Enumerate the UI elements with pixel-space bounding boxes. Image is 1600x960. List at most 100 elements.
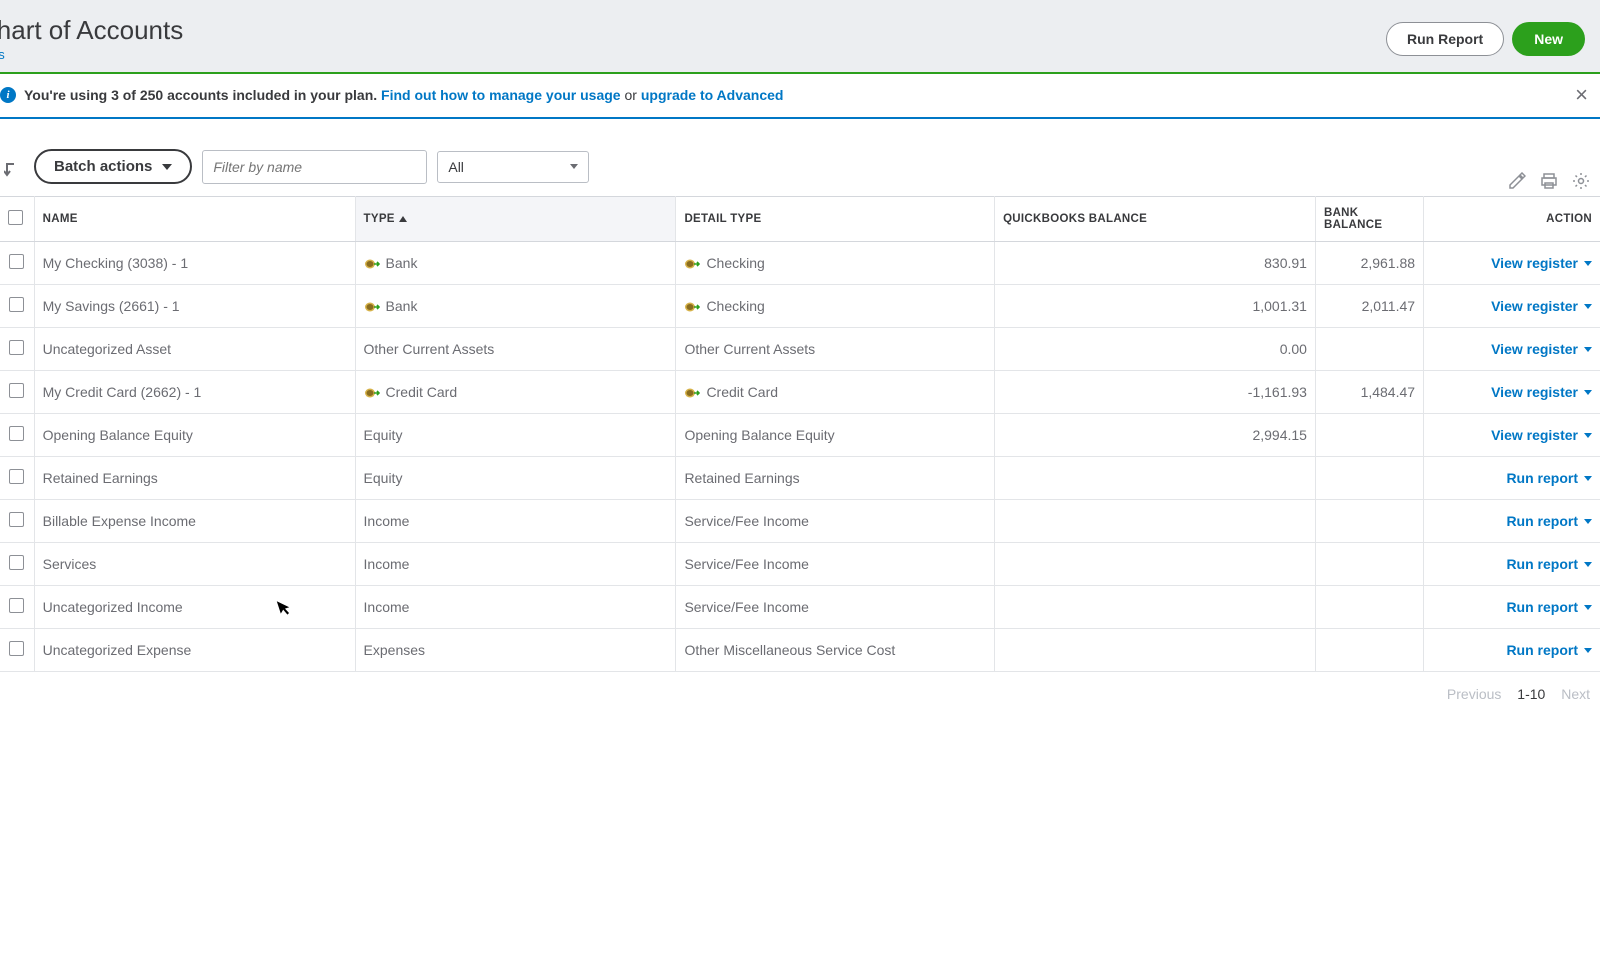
chart-of-accounts-table: NAME TYPE DETAIL TYPE QUICKBOOKS BALANCE… — [0, 196, 1600, 672]
cell-name: Billable Expense Income — [34, 500, 355, 543]
cell-type: Income — [355, 586, 676, 629]
column-header-type[interactable]: TYPE — [355, 197, 676, 242]
pager-next[interactable]: Next — [1561, 686, 1590, 702]
row-checkbox[interactable] — [9, 383, 24, 398]
table-row[interactable]: My Savings (2661) - 1 Bank Checking 1,00… — [0, 285, 1600, 328]
edit-icon[interactable] — [1508, 172, 1526, 190]
table-controls: Batch actions All — [0, 119, 1600, 196]
row-checkbox[interactable] — [9, 641, 24, 656]
cell-detail: Service/Fee Income — [676, 500, 995, 543]
caret-down-icon — [1584, 519, 1592, 524]
cell-bank-balance — [1315, 414, 1423, 457]
gear-icon[interactable] — [1572, 172, 1590, 190]
pager-previous[interactable]: Previous — [1447, 686, 1501, 702]
row-action-link[interactable]: View register — [1491, 427, 1592, 443]
cell-name: My Credit Card (2662) - 1 — [34, 371, 355, 414]
cell-name: My Savings (2661) - 1 — [34, 285, 355, 328]
run-report-button[interactable]: Run Report — [1386, 22, 1504, 56]
table-row[interactable]: My Credit Card (2662) - 1 Credit Card Cr… — [0, 371, 1600, 414]
cell-bank-balance — [1315, 543, 1423, 586]
new-button[interactable]: New — [1512, 22, 1585, 56]
row-action-link[interactable]: Run report — [1506, 599, 1592, 615]
row-checkbox[interactable] — [9, 555, 24, 570]
row-checkbox[interactable] — [9, 469, 24, 484]
cell-bank-balance — [1315, 500, 1423, 543]
row-checkbox[interactable] — [9, 254, 24, 269]
cell-type: Bank — [355, 285, 676, 328]
row-checkbox[interactable] — [9, 340, 24, 355]
row-checkbox[interactable] — [9, 598, 24, 613]
cell-detail: Checking — [676, 285, 995, 328]
row-checkbox[interactable] — [9, 512, 24, 527]
cell-name: Uncategorized Income — [34, 586, 355, 629]
close-icon[interactable]: × — [1575, 84, 1588, 106]
caret-down-icon — [1584, 648, 1592, 653]
banner-link-manage-usage[interactable]: Find out how to manage your usage — [381, 87, 621, 103]
cell-bank-balance: 2,011.47 — [1315, 285, 1423, 328]
row-action-link[interactable]: Run report — [1506, 470, 1592, 486]
table-row[interactable]: Uncategorized Asset Other Current Assets… — [0, 328, 1600, 371]
row-action-link[interactable]: Run report — [1506, 513, 1592, 529]
cell-bank-balance: 1,484.47 — [1315, 371, 1423, 414]
column-header-quickbooks-balance[interactable]: QUICKBOOKS BALANCE — [995, 197, 1316, 242]
row-action-link[interactable]: View register — [1491, 384, 1592, 400]
table-row[interactable]: My Checking (3038) - 1 Bank Checking 830… — [0, 242, 1600, 285]
page-title: Chart of Accounts — [0, 15, 183, 46]
cell-type: Income — [355, 543, 676, 586]
cell-detail: Credit Card — [676, 371, 995, 414]
cell-qb-balance: 1,001.31 — [995, 285, 1316, 328]
cell-name: Services — [34, 543, 355, 586]
cell-type: Credit Card — [355, 371, 676, 414]
cell-name: Opening Balance Equity — [34, 414, 355, 457]
cell-bank-balance — [1315, 457, 1423, 500]
caret-down-icon — [570, 164, 578, 169]
row-action-link[interactable]: View register — [1491, 341, 1592, 357]
cell-detail: Opening Balance Equity — [676, 414, 995, 457]
pagination: Previous 1-10 Next — [0, 672, 1600, 716]
caret-down-icon — [1584, 347, 1592, 352]
cell-qb-balance — [995, 543, 1316, 586]
row-checkbox[interactable] — [9, 297, 24, 312]
caret-down-icon — [1584, 261, 1592, 266]
batch-actions-label: Batch actions — [54, 158, 152, 175]
page-header: Chart of Accounts Lists Run Report New — [0, 7, 1600, 73]
cell-name: Uncategorized Asset — [34, 328, 355, 371]
caret-down-icon — [1584, 390, 1592, 395]
caret-down-icon — [1584, 605, 1592, 610]
cell-qb-balance — [995, 457, 1316, 500]
batch-actions-dropdown[interactable]: Batch actions — [34, 149, 192, 184]
caret-down-icon — [1584, 476, 1592, 481]
usage-banner: i You're using 3 of 250 accounts include… — [0, 73, 1600, 119]
back-to-lists-link[interactable]: Lists — [0, 47, 5, 62]
table-row[interactable]: Billable Expense Income Income Service/F… — [0, 500, 1600, 543]
print-icon[interactable] — [1540, 172, 1558, 190]
table-row[interactable]: Opening Balance Equity Equity Opening Ba… — [0, 414, 1600, 457]
table-row[interactable]: Services Income Service/Fee Income Run r… — [0, 543, 1600, 586]
cell-bank-balance — [1315, 328, 1423, 371]
row-checkbox[interactable] — [9, 426, 24, 441]
row-action-link[interactable]: Run report — [1506, 556, 1592, 572]
row-action-link[interactable]: Run report — [1506, 642, 1592, 658]
filter-type-select[interactable]: All — [437, 151, 589, 183]
column-header-bank-balance[interactable]: BANK BALANCE — [1315, 197, 1423, 242]
column-header-name[interactable]: NAME — [34, 197, 355, 242]
cell-type: Expenses — [355, 629, 676, 672]
filter-by-name-input[interactable] — [202, 150, 427, 184]
banner-link-upgrade[interactable]: upgrade to Advanced — [641, 87, 784, 103]
caret-down-icon — [1584, 433, 1592, 438]
cell-qb-balance — [995, 629, 1316, 672]
cell-name: Retained Earnings — [34, 457, 355, 500]
table-row[interactable]: Retained Earnings Equity Retained Earnin… — [0, 457, 1600, 500]
caret-down-icon — [162, 164, 172, 170]
collapse-handle-icon[interactable] — [4, 162, 18, 180]
row-action-link[interactable]: View register — [1491, 255, 1592, 271]
select-all-checkbox[interactable] — [8, 210, 23, 225]
cell-detail: Other Current Assets — [676, 328, 995, 371]
table-row[interactable]: Uncategorized Expense Expenses Other Mis… — [0, 629, 1600, 672]
cell-bank-balance: 2,961.88 — [1315, 242, 1423, 285]
table-row[interactable]: Uncategorized Income Income Service/Fee … — [0, 586, 1600, 629]
column-header-detail[interactable]: DETAIL TYPE — [676, 197, 995, 242]
row-action-link[interactable]: View register — [1491, 298, 1592, 314]
cell-bank-balance — [1315, 629, 1423, 672]
caret-down-icon — [1584, 304, 1592, 309]
